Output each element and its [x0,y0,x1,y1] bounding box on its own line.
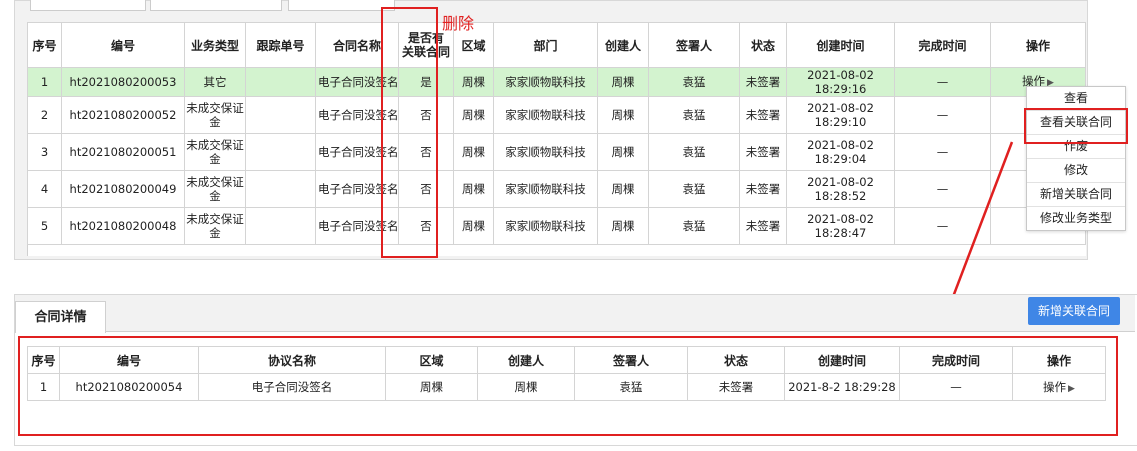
menu-item-edit[interactable]: 修改 [1027,159,1125,183]
cell-seq: 5 [27,207,62,245]
cell-creator: 周棵 [597,207,649,245]
cell-region: 周棵 [453,133,494,171]
cell-biz-type: 未成交保证金 [184,133,246,171]
cell-biz-type-line1: 未成交保证 [186,212,244,226]
col-header-code: 编号 [61,22,185,68]
table-row[interactable]: 3 ht2021080200051 未成交保证金 电子合同没签名 否 周棵 家家… [27,133,1086,171]
add-related-contract-button[interactable]: 新增关联合同 [1028,297,1120,325]
cell-track-no [245,96,316,134]
cell-status: 未签署 [739,67,787,97]
cell-creator: 周棵 [597,96,649,134]
col-header-status: 状态 [739,22,787,68]
cell-biz-type-line2: 金 [209,152,221,166]
contract-list-table: 序号 编号 业务类型 跟踪单号 合同名称 是否有 关联合同 区域 部门 创建人 … [27,22,1086,245]
cell-signer: 袁猛 [648,133,740,171]
cell-region: 周棵 [453,67,494,97]
cell-code: ht2021080200051 [61,133,185,171]
cell-creator: 周棵 [597,133,649,171]
view-related-highlight [1024,108,1128,144]
cell-biz-type-line1: 未成交保证 [186,175,244,189]
cell-seq: 3 [27,133,62,171]
cell-signer: 袁猛 [648,96,740,134]
cell-finished: — [894,96,991,134]
table-row[interactable]: 5 ht2021080200048 未成交保证金 电子合同没签名 否 周棵 家家… [27,207,1086,245]
cell-seq: 4 [27,170,62,208]
cell-track-no [245,133,316,171]
cell-dept: 家家顺物联科技 [493,67,598,97]
cell-code: ht2021080200048 [61,207,185,245]
col-header-seq: 序号 [27,22,62,68]
cell-biz-type: 其它 [184,67,246,97]
col-header-created: 创建时间 [786,22,895,68]
cell-track-no [245,170,316,208]
cell-signer: 袁猛 [648,67,740,97]
table-row[interactable]: 1 ht2021080200053 其它 电子合同没签名 是 周棵 家家顺物联科… [27,67,1086,97]
cell-code: ht2021080200052 [61,96,185,134]
cell-code: ht2021080200053 [61,67,185,97]
cell-status: 未签署 [739,170,787,208]
cell-biz-type-line2: 金 [209,189,221,203]
col-header-dept: 部门 [493,22,598,68]
delete-annotation-label: 删除 [442,14,475,33]
tab-stub[interactable] [150,0,282,11]
menu-item-edit-biz-type[interactable]: 修改业务类型 [1027,207,1125,230]
cell-seq: 2 [27,96,62,134]
cell-dept: 家家顺物联科技 [493,133,598,171]
col-header-creator: 创建人 [597,22,649,68]
related-column-highlight [381,7,438,258]
col-header-biz-type: 业务类型 [184,22,246,68]
cell-region: 周棵 [453,170,494,208]
table-row[interactable]: 4 ht2021080200049 未成交保证金 电子合同没签名 否 周棵 家家… [27,170,1086,208]
cell-dept: 家家顺物联科技 [493,170,598,208]
cell-seq: 1 [27,67,62,97]
cell-code: ht2021080200049 [61,170,185,208]
cell-status: 未签署 [739,133,787,171]
table-header-row: 序号 编号 业务类型 跟踪单号 合同名称 是否有 关联合同 区域 部门 创建人 … [27,22,1086,68]
cell-track-no [245,207,316,245]
tab-stub[interactable] [30,0,146,11]
cell-biz-type: 未成交保证金 [184,170,246,208]
cell-created: 2021-08-02 18:28:52 [786,170,895,208]
cell-creator: 周棵 [597,170,649,208]
col-header-ops: 操作 [990,22,1086,68]
cell-biz-type: 未成交保证金 [184,96,246,134]
cell-status: 未签署 [739,207,787,245]
cell-signer: 袁猛 [648,207,740,245]
cell-signer: 袁猛 [648,170,740,208]
cell-track-no [245,67,316,97]
cell-biz-type-line2: 金 [209,115,221,129]
cell-dept: 家家顺物联科技 [493,207,598,245]
cell-region: 周棵 [453,207,494,245]
col-header-signer: 签署人 [648,22,740,68]
cell-creator: 周棵 [597,67,649,97]
cell-biz-type-line2: 金 [209,226,221,240]
col-header-track-no: 跟踪单号 [245,22,316,68]
col-header-finished: 完成时间 [894,22,991,68]
cell-dept: 家家顺物联科技 [493,96,598,134]
menu-item-add-related[interactable]: 新增关联合同 [1027,183,1125,207]
cell-biz-type: 未成交保证金 [184,207,246,245]
cell-biz-type-line1: 未成交保证 [186,138,244,152]
detail-tab-bar [15,295,1135,332]
cell-created: 2021-08-02 18:29:16 [786,67,895,97]
table-row[interactable]: 2 ht2021080200052 未成交保证金 电子合同没签名 否 周棵 家家… [27,96,1086,134]
tab-contract-detail[interactable]: 合同详情 [15,301,106,333]
cell-biz-type-line1: 未成交保证 [186,101,244,115]
detail-table-highlight [18,336,1118,436]
cell-status: 未签署 [739,96,787,134]
tab-stub[interactable] [288,0,395,11]
cell-created: 2021-08-02 18:29:10 [786,96,895,134]
cell-region: 周棵 [453,96,494,134]
cell-created: 2021-08-02 18:29:04 [786,133,895,171]
cell-created: 2021-08-02 18:28:47 [786,207,895,245]
cell-finished: — [894,67,991,97]
